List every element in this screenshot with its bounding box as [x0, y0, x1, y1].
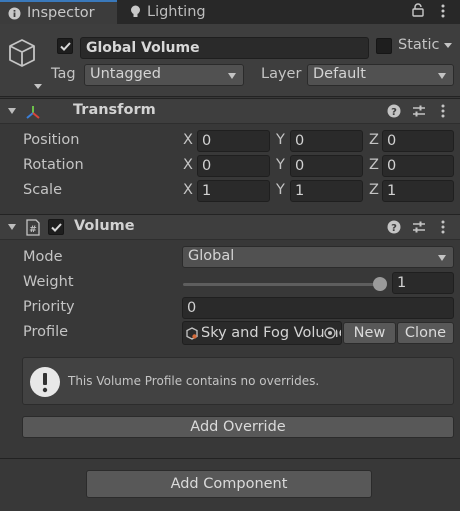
weight-slider-thumb[interactable] — [373, 277, 387, 291]
mode-dropdown[interactable]: Global — [182, 246, 454, 268]
add-component-button[interactable]: Add Component — [86, 470, 372, 498]
mode-label: Mode — [23, 249, 63, 265]
svg-text:#: # — [29, 225, 37, 235]
help-icon[interactable]: ? — [387, 104, 401, 122]
static-label: Static — [398, 37, 440, 53]
tab-inspector[interactable]: Inspector — [0, 0, 117, 24]
rotation-label: Rotation — [23, 157, 84, 173]
profile-label: Profile — [23, 324, 69, 340]
volume-enabled-checkbox[interactable] — [48, 219, 64, 235]
position-y-field[interactable]: 0 — [290, 130, 363, 152]
divider — [0, 458, 460, 459]
svg-text:?: ? — [391, 107, 397, 118]
tab-bar: Inspector Lighting — [0, 0, 460, 24]
presets-icon[interactable] — [412, 104, 426, 122]
chevron-down-icon — [228, 73, 236, 79]
static-checkbox[interactable] — [376, 38, 392, 54]
clone-profile-button[interactable]: Clone — [397, 322, 454, 344]
position-z-axis-label[interactable]: Z — [369, 132, 379, 148]
tag-dropdown[interactable]: Untagged — [84, 64, 244, 86]
scale-y-axis-label[interactable]: Y — [276, 182, 285, 198]
layer-label: Layer — [261, 66, 302, 82]
scale-y-field[interactable]: 1 — [290, 180, 363, 202]
chevron-down-icon — [438, 73, 446, 79]
profile-value: Sky and Fog Volume — [201, 325, 342, 341]
volume-profile-asset-icon — [186, 327, 198, 344]
position-x-axis-label[interactable]: X — [183, 132, 193, 148]
rotation-z-axis-label[interactable]: Z — [369, 157, 379, 173]
lock-icon[interactable] — [412, 3, 424, 21]
help-icon[interactable]: ? — [387, 220, 401, 238]
scale-label: Scale — [23, 182, 63, 198]
weight-label: Weight — [23, 274, 74, 290]
kebab-menu-icon[interactable] — [441, 4, 445, 22]
exclamation-icon — [29, 366, 61, 402]
rotation-y-field[interactable]: 0 — [290, 155, 363, 177]
rotation-x-axis-label[interactable]: X — [183, 157, 193, 173]
priority-field[interactable]: 0 — [182, 297, 454, 319]
scale-z-axis-label[interactable]: Z — [369, 182, 379, 198]
rotation-y-axis-label[interactable]: Y — [276, 157, 285, 173]
presets-icon[interactable] — [412, 220, 426, 238]
tag-value: Untagged — [90, 66, 161, 82]
position-z-field[interactable]: 0 — [382, 130, 454, 152]
icon-dropdown-arrow-icon[interactable] — [34, 84, 42, 89]
transform-axes-icon — [25, 104, 41, 124]
new-profile-button[interactable]: New — [343, 322, 396, 344]
tab-inspector-label: Inspector — [27, 5, 95, 21]
transform-title: Transform — [73, 102, 156, 118]
layer-dropdown[interactable]: Default — [307, 64, 454, 86]
object-name-field[interactable]: Global Volume — [80, 37, 369, 59]
volume-header[interactable]: # Volume ? — [0, 214, 460, 240]
weight-field[interactable]: 1 — [392, 272, 454, 294]
position-x-field[interactable]: 0 — [197, 130, 270, 152]
chevron-down-icon — [438, 255, 446, 261]
position-y-axis-label[interactable]: Y — [276, 132, 285, 148]
helpbox-message: This Volume Profile contains no override… — [68, 374, 320, 388]
bulb-icon — [130, 5, 141, 19]
position-label: Position — [23, 132, 80, 148]
mode-value: Global — [188, 248, 235, 264]
layer-value: Default — [313, 66, 366, 82]
rotation-x-field[interactable]: 0 — [197, 155, 270, 177]
scale-x-axis-label[interactable]: X — [183, 182, 193, 198]
object-picker-icon[interactable] — [324, 327, 336, 343]
foldout-arrow-icon[interactable] — [8, 224, 16, 230]
tab-lighting[interactable]: Lighting — [128, 0, 206, 24]
rotation-z-field[interactable]: 0 — [382, 155, 454, 177]
scale-x-field[interactable]: 1 — [197, 180, 270, 202]
script-icon: # — [25, 219, 41, 240]
static-dropdown-arrow-icon[interactable] — [444, 43, 452, 48]
tab-lighting-label: Lighting — [147, 4, 206, 20]
component-menu-icon[interactable] — [441, 220, 445, 238]
active-checkbox[interactable] — [57, 38, 73, 54]
info-icon — [8, 7, 21, 20]
svg-text:?: ? — [391, 223, 397, 234]
info-helpbox: This Volume Profile contains no override… — [22, 357, 454, 405]
gameobject-header — [0, 24, 460, 97]
volume-title: Volume — [74, 218, 135, 234]
transform-header[interactable]: Transform ? — [0, 98, 460, 124]
component-menu-icon[interactable] — [441, 104, 445, 122]
priority-label: Priority — [23, 299, 75, 315]
scale-z-field[interactable]: 1 — [382, 180, 454, 202]
weight-slider-track[interactable] — [183, 283, 381, 286]
foldout-arrow-icon[interactable] — [8, 108, 16, 114]
tag-label: Tag — [51, 66, 76, 82]
gameobject-cube-icon — [8, 38, 36, 72]
add-override-button[interactable]: Add Override — [22, 416, 454, 438]
profile-object-field[interactable]: Sky and Fog Volume — [182, 321, 342, 345]
